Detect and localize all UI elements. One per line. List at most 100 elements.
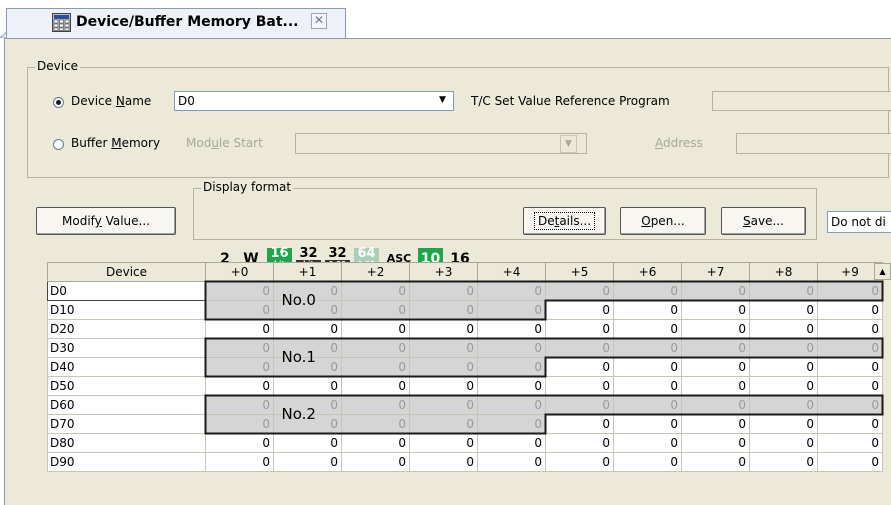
value-cell[interactable]: 0	[681, 281, 750, 301]
value-cell[interactable]: 0	[613, 319, 682, 339]
details-button[interactable]: Details...	[523, 207, 606, 235]
value-cell[interactable]: 0	[681, 319, 750, 339]
buffer-memory-radio[interactable]	[53, 139, 64, 150]
value-cell[interactable]: 0	[817, 395, 883, 415]
value-cell[interactable]: 0	[409, 357, 478, 377]
column-header-device[interactable]: Device	[47, 262, 206, 282]
value-cell[interactable]: 0	[613, 338, 682, 358]
value-cell[interactable]: 0	[273, 452, 342, 472]
column-header-offset[interactable]: +1	[273, 262, 342, 282]
value-cell[interactable]: 0	[205, 319, 274, 339]
tc-set-value-input[interactable]	[712, 91, 891, 111]
scroll-up-arrow-icon[interactable]: ▲	[874, 263, 891, 280]
column-header-offset[interactable]: +4	[477, 262, 546, 282]
value-cell[interactable]: 0	[341, 376, 410, 396]
value-cell[interactable]: 0	[681, 452, 750, 472]
value-cell[interactable]: 0	[477, 452, 546, 472]
value-cell[interactable]: 0	[477, 433, 546, 453]
value-cell[interactable]: 0	[817, 357, 883, 377]
value-cell[interactable]: 0	[681, 300, 750, 320]
address-input[interactable]	[736, 133, 891, 154]
value-cell[interactable]: 0	[545, 414, 614, 434]
module-start-input[interactable]	[295, 133, 587, 154]
value-cell[interactable]: 0	[749, 338, 818, 358]
device-cell[interactable]: D90	[47, 452, 206, 472]
value-cell[interactable]: 0	[341, 452, 410, 472]
column-header-offset[interactable]: +5	[545, 262, 614, 282]
device-cell[interactable]: D10	[47, 300, 206, 320]
value-cell[interactable]: 0	[749, 300, 818, 320]
value-cell[interactable]: 0	[341, 414, 410, 434]
value-cell[interactable]: 0	[545, 319, 614, 339]
value-cell[interactable]: 0	[205, 357, 274, 377]
device-cell[interactable]: D50	[47, 376, 206, 396]
value-cell[interactable]: 0	[613, 395, 682, 415]
value-cell[interactable]: 0	[409, 319, 478, 339]
value-cell[interactable]: 0	[205, 414, 274, 434]
value-cell[interactable]: 0	[817, 376, 883, 396]
module-start-dropdown-arrow[interactable]: ▼	[560, 135, 577, 153]
device-name-dropdown-arrow[interactable]: ▼	[434, 92, 451, 110]
column-header-offset[interactable]: +0	[205, 262, 274, 282]
value-cell[interactable]: 0	[341, 395, 410, 415]
value-cell[interactable]: 0	[681, 433, 750, 453]
open-button[interactable]: Open...	[620, 207, 706, 235]
column-header-offset[interactable]: +7	[681, 262, 750, 282]
save-button[interactable]: Save...	[721, 207, 806, 235]
modify-value-button[interactable]: Modify Value...	[36, 207, 176, 235]
value-cell[interactable]: 0	[749, 319, 818, 339]
value-cell[interactable]: 0	[749, 376, 818, 396]
value-cell[interactable]: 0	[817, 338, 883, 358]
value-cell[interactable]: 0	[341, 281, 410, 301]
device-name-input[interactable]: D0	[174, 91, 454, 111]
value-cell[interactable]: 0	[749, 357, 818, 377]
value-cell[interactable]: 0	[205, 338, 274, 358]
column-header-offset[interactable]: +8	[749, 262, 818, 282]
value-cell[interactable]: 0	[477, 414, 546, 434]
value-cell[interactable]: 0	[205, 433, 274, 453]
value-cell[interactable]: 0	[409, 414, 478, 434]
value-cell[interactable]: 0	[613, 376, 682, 396]
column-header-offset[interactable]: +9	[817, 262, 883, 282]
value-cell[interactable]: 0	[545, 433, 614, 453]
value-cell[interactable]: 0	[545, 300, 614, 320]
value-cell[interactable]: 0	[817, 300, 883, 320]
value-cell[interactable]: 0	[477, 338, 546, 358]
value-cell[interactable]: 0	[749, 395, 818, 415]
value-cell[interactable]: 0	[613, 281, 682, 301]
value-cell[interactable]: 0	[409, 281, 478, 301]
value-cell[interactable]: 0	[341, 433, 410, 453]
value-cell[interactable]: 0	[749, 414, 818, 434]
device-name-radio[interactable]	[53, 97, 64, 108]
value-cell[interactable]: 0	[681, 414, 750, 434]
value-cell[interactable]: 0	[409, 395, 478, 415]
value-cell[interactable]: 0	[341, 319, 410, 339]
value-cell[interactable]: 0	[205, 376, 274, 396]
value-cell[interactable]: 0	[613, 452, 682, 472]
device-cell[interactable]: D20	[47, 319, 206, 339]
device-cell[interactable]: D0	[47, 281, 206, 301]
value-cell[interactable]: 0	[545, 281, 614, 301]
value-cell[interactable]: 0	[681, 376, 750, 396]
value-cell[interactable]: 0	[409, 338, 478, 358]
device-cell[interactable]: D70	[47, 414, 206, 434]
value-cell[interactable]: 0	[749, 281, 818, 301]
value-cell[interactable]: 0	[545, 395, 614, 415]
value-cell[interactable]: 0	[341, 300, 410, 320]
value-cell[interactable]: 0	[477, 319, 546, 339]
value-cell[interactable]: 0	[205, 300, 274, 320]
value-cell[interactable]: 0	[817, 452, 883, 472]
value-cell[interactable]: 0	[613, 357, 682, 377]
value-cell[interactable]: 0	[205, 395, 274, 415]
value-cell[interactable]: 0	[613, 433, 682, 453]
value-cell[interactable]: 0	[477, 300, 546, 320]
value-cell[interactable]: 0	[477, 357, 546, 377]
value-cell[interactable]: 0	[681, 338, 750, 358]
value-cell[interactable]: 0	[681, 395, 750, 415]
column-header-offset[interactable]: +2	[341, 262, 410, 282]
value-cell[interactable]: 0	[613, 300, 682, 320]
value-cell[interactable]: 0	[477, 395, 546, 415]
value-cell[interactable]: 0	[409, 452, 478, 472]
value-cell[interactable]: 0	[205, 281, 274, 301]
column-header-offset[interactable]: +3	[409, 262, 478, 282]
